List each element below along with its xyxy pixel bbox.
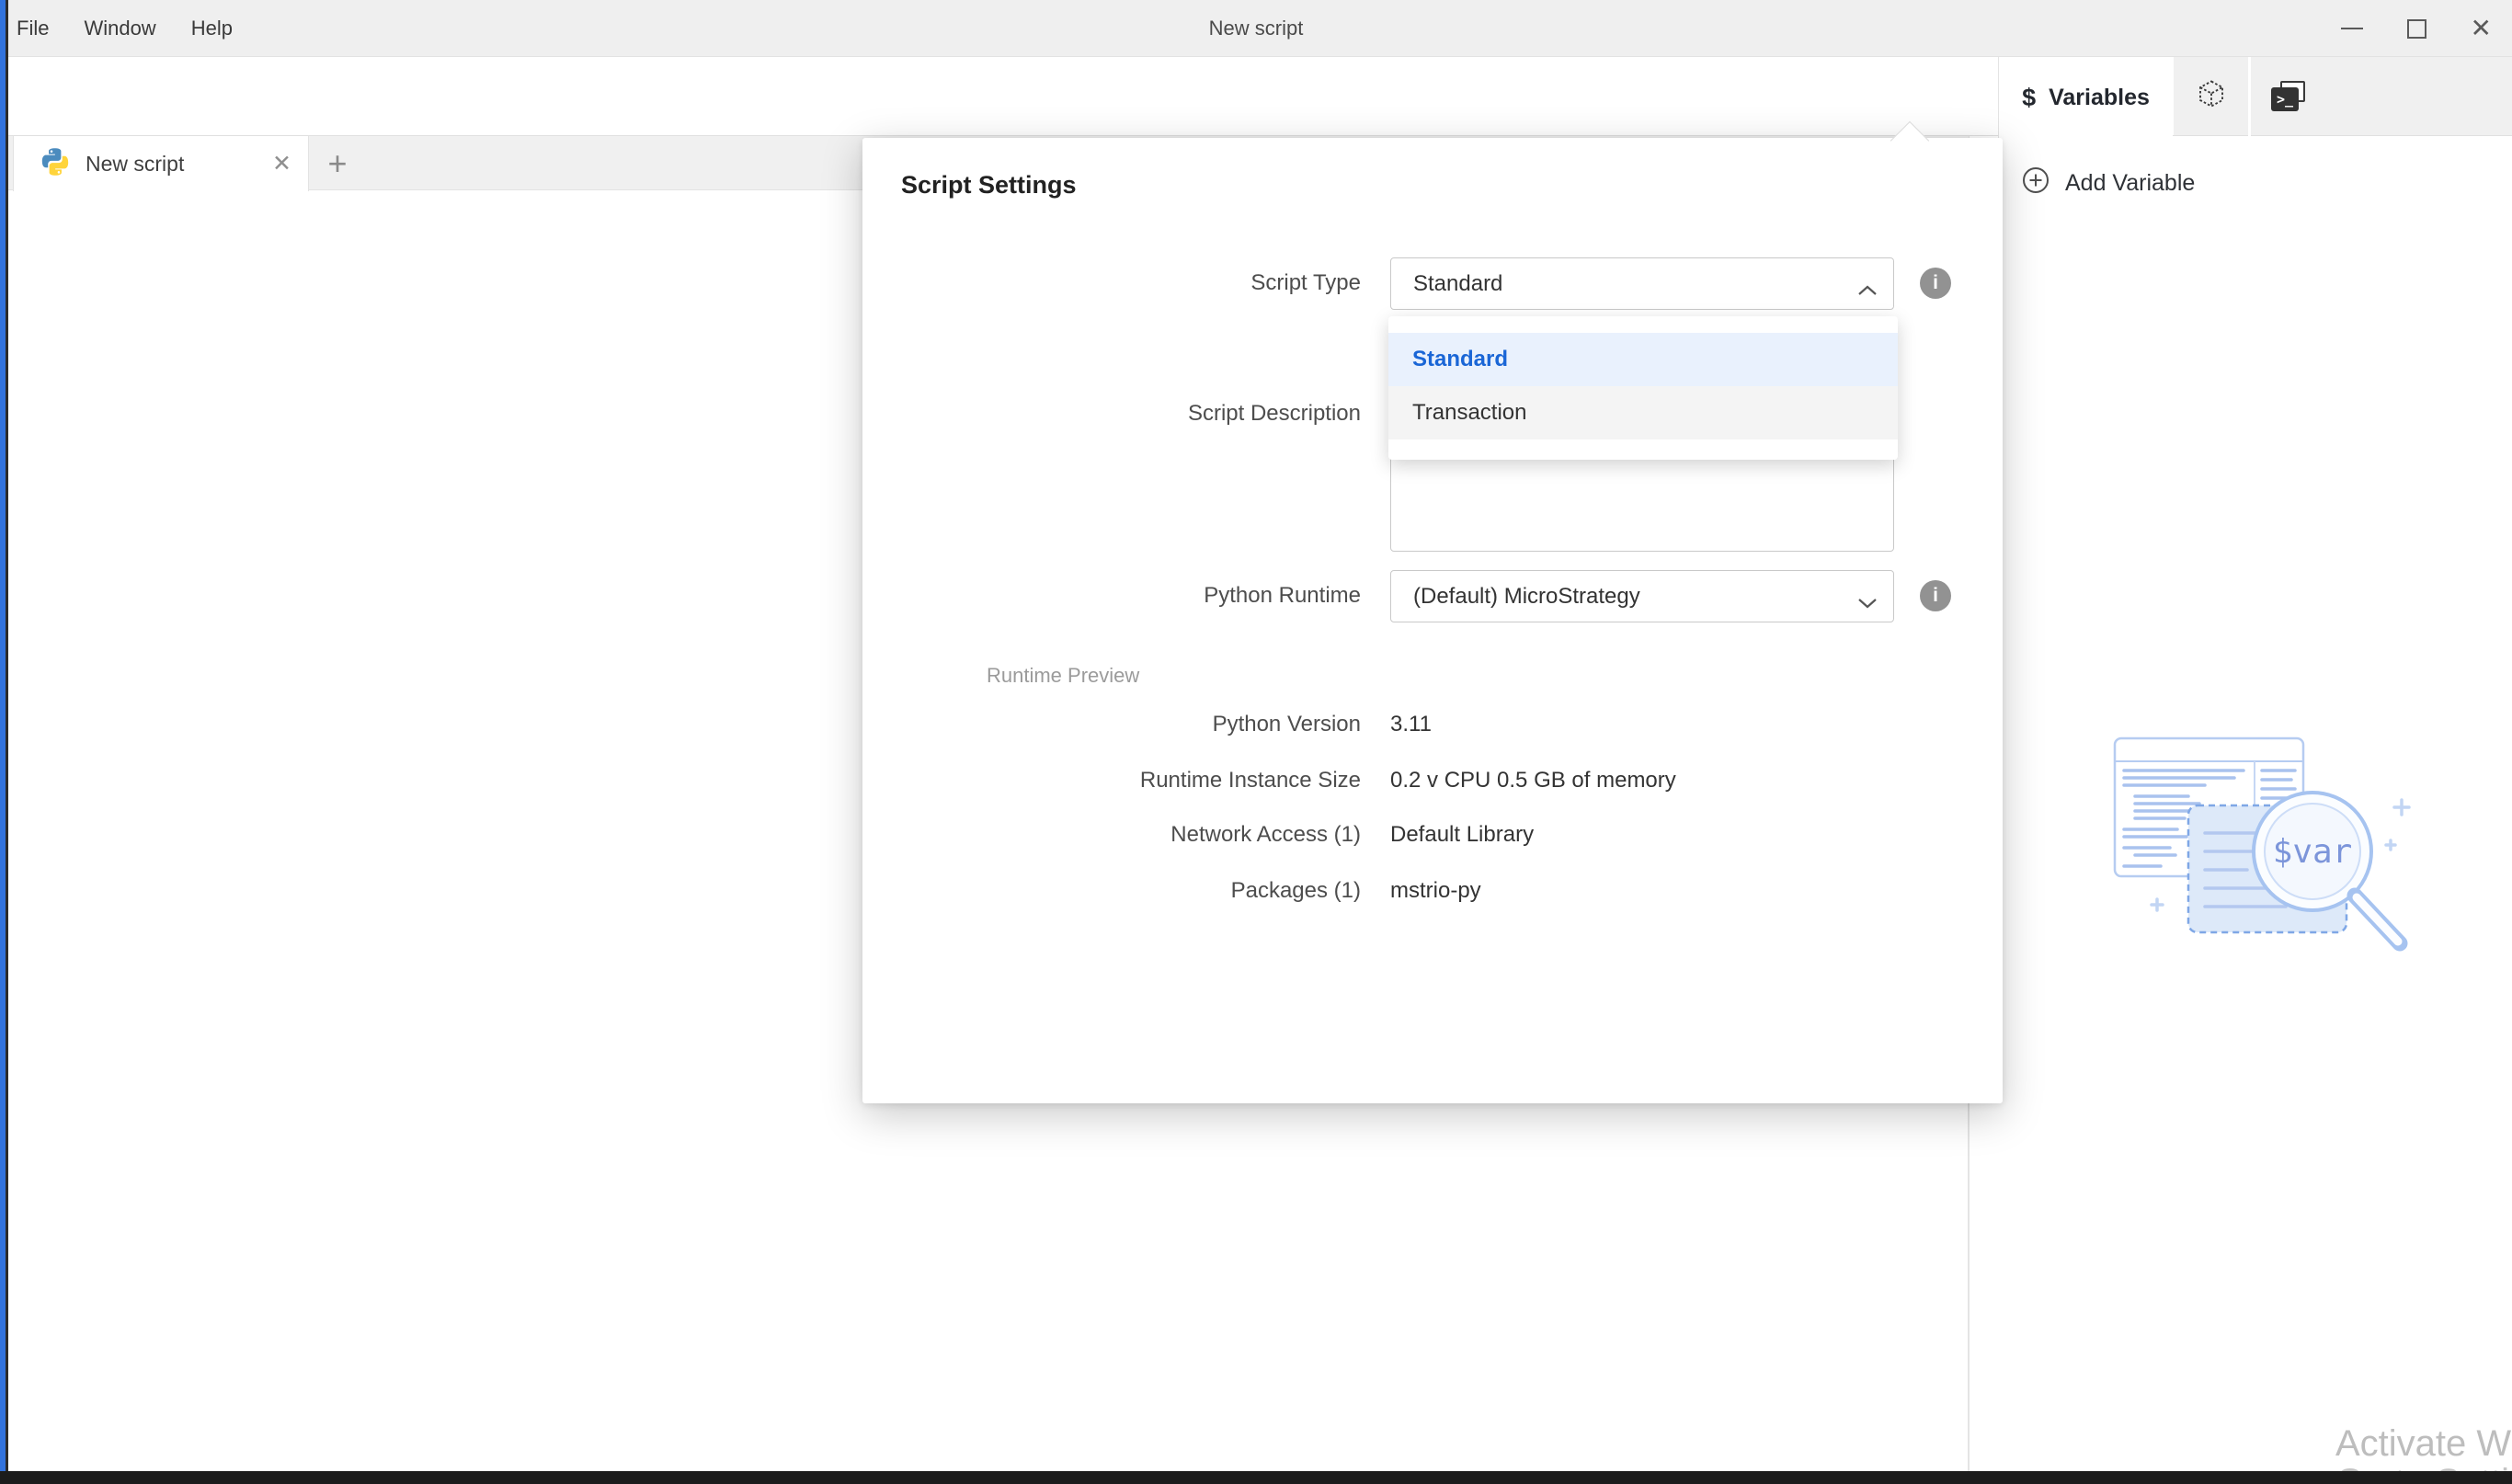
preview-row-value: 3.11 — [1390, 711, 1432, 738]
close-tab-icon[interactable]: ✕ — [272, 153, 291, 176]
script-description-label: Script Description — [862, 400, 1361, 428]
package-cube-icon — [2196, 78, 2227, 114]
variables-empty-illustration: $var — [2096, 715, 2473, 996]
script-type-value: Standard — [1413, 271, 1502, 297]
script-type-info-icon[interactable]: i — [1920, 268, 1951, 299]
script-settings-modal: Script Settings Script Type Standard i S… — [862, 138, 2003, 1103]
script-type-dropdown: Standard Transaction — [1388, 316, 1898, 460]
left-edge-border — [6, 0, 8, 1473]
dropdown-option-transaction[interactable]: Transaction — [1388, 386, 1898, 439]
runtime-preview-title: Runtime Preview — [987, 664, 1139, 688]
app-window: File Window Help New script ✕ Save Azure — [0, 0, 2512, 1484]
python-runtime-value: (Default) MicroStrategy — [1413, 584, 1640, 610]
close-window-icon[interactable]: ✕ — [2471, 16, 2492, 41]
add-variable-button[interactable]: Add Variable — [2021, 166, 2195, 201]
dollar-icon: $ — [2022, 84, 2036, 112]
tab-packages[interactable] — [2174, 57, 2248, 136]
preview-row-label: Runtime Instance Size — [862, 767, 1361, 794]
python-runtime-label: Python Runtime — [862, 582, 1361, 610]
script-type-label: Script Type — [862, 269, 1361, 297]
bottom-edge-bar — [0, 1471, 2512, 1484]
python-icon — [40, 146, 71, 182]
editor-tab-new-script[interactable]: New script ✕ — [13, 136, 309, 191]
activation-watermark-line1: Activate W — [2335, 1423, 2511, 1465]
terminal-icon: >_ — [2271, 81, 2308, 112]
add-tab-button[interactable]: + — [309, 136, 366, 190]
window-title: New script — [0, 0, 2512, 57]
add-circle-icon — [2021, 166, 2050, 201]
modal-title: Script Settings — [901, 171, 1077, 200]
maximize-icon[interactable] — [2407, 19, 2426, 39]
tabs-filler — [2328, 57, 2512, 136]
title-bar: File Window Help New script ✕ — [0, 0, 2512, 57]
magnifier-text: $var — [2273, 833, 2353, 871]
window-controls: ✕ — [2341, 0, 2492, 57]
chevron-up-icon — [1856, 278, 1878, 303]
tab-variables[interactable]: $ Variables — [1998, 57, 2173, 138]
editor-tab-title: New script — [86, 152, 184, 177]
variables-tab-label: Variables — [2049, 85, 2150, 111]
preview-row-value: 0.2 v CPU 0.5 GB of memory — [1390, 767, 1676, 794]
minimize-icon[interactable] — [2341, 28, 2363, 29]
tab-console[interactable]: >_ — [2251, 57, 2328, 136]
script-type-select[interactable]: Standard — [1390, 257, 1894, 310]
dropdown-option-standard[interactable]: Standard — [1388, 333, 1898, 386]
add-variable-label: Add Variable — [2065, 170, 2195, 197]
preview-row-label: Network Access (1) — [862, 821, 1361, 849]
python-runtime-select[interactable]: (Default) MicroStrategy — [1390, 570, 1894, 622]
preview-row-label: Packages (1) — [862, 877, 1361, 905]
preview-row-value: Default Library — [1390, 821, 1534, 849]
preview-row-value: mstrio-py — [1390, 877, 1481, 905]
chevron-down-icon — [1856, 590, 1878, 616]
python-runtime-info-icon[interactable]: i — [1920, 580, 1951, 611]
preview-row-label: Python Version — [862, 711, 1361, 738]
